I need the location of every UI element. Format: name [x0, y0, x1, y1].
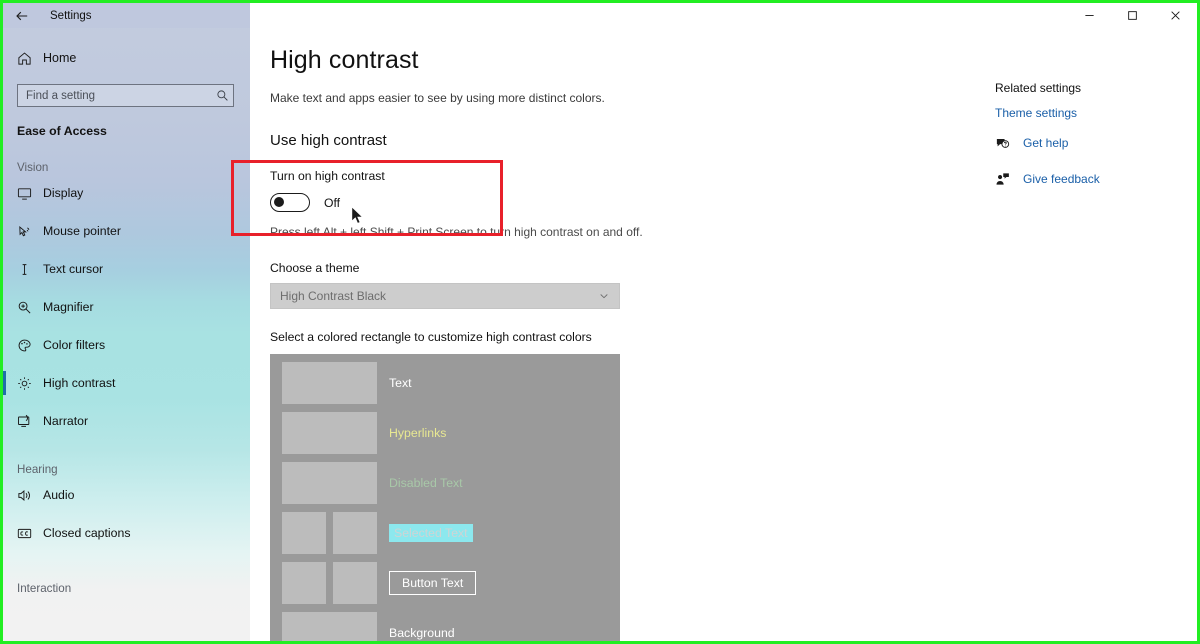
preview-row-disabled-text[interactable]: Disabled Text: [282, 462, 620, 504]
brightness-icon: [17, 376, 43, 391]
related-settings-heading: Related settings: [995, 81, 1082, 95]
swatch-selected-text-fg[interactable]: [282, 512, 326, 554]
preview-text-text: Text: [389, 376, 412, 390]
high-contrast-toggle[interactable]: [270, 193, 310, 212]
sidebar-group-interaction-title: Interaction: [17, 582, 72, 595]
sidebar: Home Ease of Access Vision Display Mouse…: [3, 3, 250, 641]
sidebar-item-mouse-pointer-label: Mouse pointer: [43, 224, 121, 238]
theme-dropdown-value: High Contrast Black: [280, 289, 387, 303]
swatch-disabled-text[interactable]: [282, 462, 377, 504]
maximize-button[interactable]: [1111, 3, 1154, 28]
sidebar-item-display[interactable]: Display: [3, 174, 250, 212]
speaker-icon: [17, 488, 43, 503]
preview-text-button: Button Text: [389, 571, 477, 595]
search-container: [3, 75, 250, 107]
link-theme-settings[interactable]: Theme settings: [991, 95, 1194, 120]
search-input[interactable]: [18, 89, 211, 102]
swatch-button-text-bg[interactable]: [333, 562, 377, 604]
swatch-button-text-fg[interactable]: [282, 562, 326, 604]
home-icon: [17, 51, 43, 66]
help-bubble-icon: [995, 136, 1021, 151]
sidebar-item-color-filters-label: Color filters: [43, 338, 106, 352]
sidebar-item-home[interactable]: Home: [3, 41, 250, 75]
sidebar-item-narrator-label: Narrator: [43, 414, 89, 428]
sidebar-item-closed-captions-label: Closed captions: [43, 526, 131, 540]
search-box[interactable]: [17, 84, 234, 107]
theme-dropdown[interactable]: High Contrast Black: [270, 283, 620, 309]
toggle-state-label: Off: [324, 195, 341, 210]
feedback-person-icon: [995, 172, 1021, 187]
sidebar-item-color-filters[interactable]: Color filters: [3, 326, 250, 364]
title-bar-left: Settings: [3, 3, 250, 28]
link-give-feedback-label: Give feedback: [1023, 172, 1100, 186]
preview-text-disabled: Disabled Text: [389, 476, 463, 490]
swatch-background[interactable]: [282, 612, 377, 641]
title-bar: Settings: [3, 3, 1197, 28]
sidebar-item-mouse-pointer[interactable]: Mouse pointer: [3, 212, 250, 250]
sidebar-group-vision-title: Vision: [17, 161, 49, 174]
mouse-cursor-icon: [351, 205, 364, 230]
narrator-icon: [17, 414, 43, 429]
related-settings-panel: Related settings Theme settings Get help…: [991, 28, 1194, 641]
monitor-icon: [17, 186, 43, 201]
preview-row-background[interactable]: Background: [282, 612, 620, 641]
sidebar-item-narrator[interactable]: Narrator: [3, 402, 250, 440]
magnifier-icon: [17, 300, 43, 315]
swatch-hyperlinks[interactable]: [282, 412, 377, 454]
sidebar-item-high-contrast-label: High contrast: [43, 376, 116, 390]
search-icon: [211, 89, 233, 102]
mouse-pointer-icon: [17, 224, 43, 239]
sidebar-item-home-label: Home: [43, 51, 77, 65]
preview-row-button-text[interactable]: Button Text: [282, 562, 620, 604]
closed-captions-icon: [17, 526, 43, 541]
settings-window: Home Ease of Access Vision Display Mouse…: [0, 0, 1200, 644]
swatch-selected-text-bg[interactable]: [333, 512, 377, 554]
sidebar-category-title: Ease of Access: [17, 124, 107, 138]
preview-text-hyperlinks: Hyperlinks: [389, 426, 447, 440]
chevron-down-icon: [598, 290, 610, 302]
window-title: Settings: [50, 9, 92, 22]
toggle-knob: [274, 197, 284, 207]
text-cursor-icon: [17, 262, 43, 277]
link-get-help[interactable]: Get help: [991, 130, 1194, 156]
preview-row-selected-text[interactable]: Selected Text: [282, 512, 620, 554]
sidebar-item-audio-label: Audio: [43, 488, 75, 502]
preview-row-text[interactable]: Text: [282, 362, 620, 404]
sidebar-item-audio[interactable]: Audio: [3, 476, 250, 514]
close-button[interactable]: [1154, 3, 1197, 28]
minimize-button[interactable]: [1068, 3, 1111, 28]
sidebar-item-high-contrast[interactable]: High contrast: [3, 364, 250, 402]
sidebar-item-closed-captions[interactable]: Closed captions: [3, 514, 250, 552]
sidebar-item-magnifier-label: Magnifier: [43, 300, 94, 314]
sidebar-item-text-cursor[interactable]: Text cursor: [3, 250, 250, 288]
palette-icon: [17, 338, 43, 353]
sidebar-item-text-cursor-label: Text cursor: [43, 262, 104, 276]
sidebar-item-display-label: Display: [43, 186, 84, 200]
sidebar-group-hearing-title: Hearing: [17, 463, 58, 476]
link-get-help-label: Get help: [1023, 136, 1069, 150]
back-arrow-icon[interactable]: [3, 3, 41, 28]
sidebar-item-magnifier[interactable]: Magnifier: [3, 288, 250, 326]
preview-text-background: Background: [389, 626, 455, 640]
window-controls: [250, 3, 1197, 28]
swatch-text[interactable]: [282, 362, 377, 404]
preview-text-selected: Selected Text: [389, 524, 473, 542]
link-give-feedback[interactable]: Give feedback: [991, 166, 1194, 192]
preview-row-hyperlinks[interactable]: Hyperlinks: [282, 412, 620, 454]
color-preview-panel: Text Hyperlinks Disabled Text Selected T…: [270, 354, 620, 641]
